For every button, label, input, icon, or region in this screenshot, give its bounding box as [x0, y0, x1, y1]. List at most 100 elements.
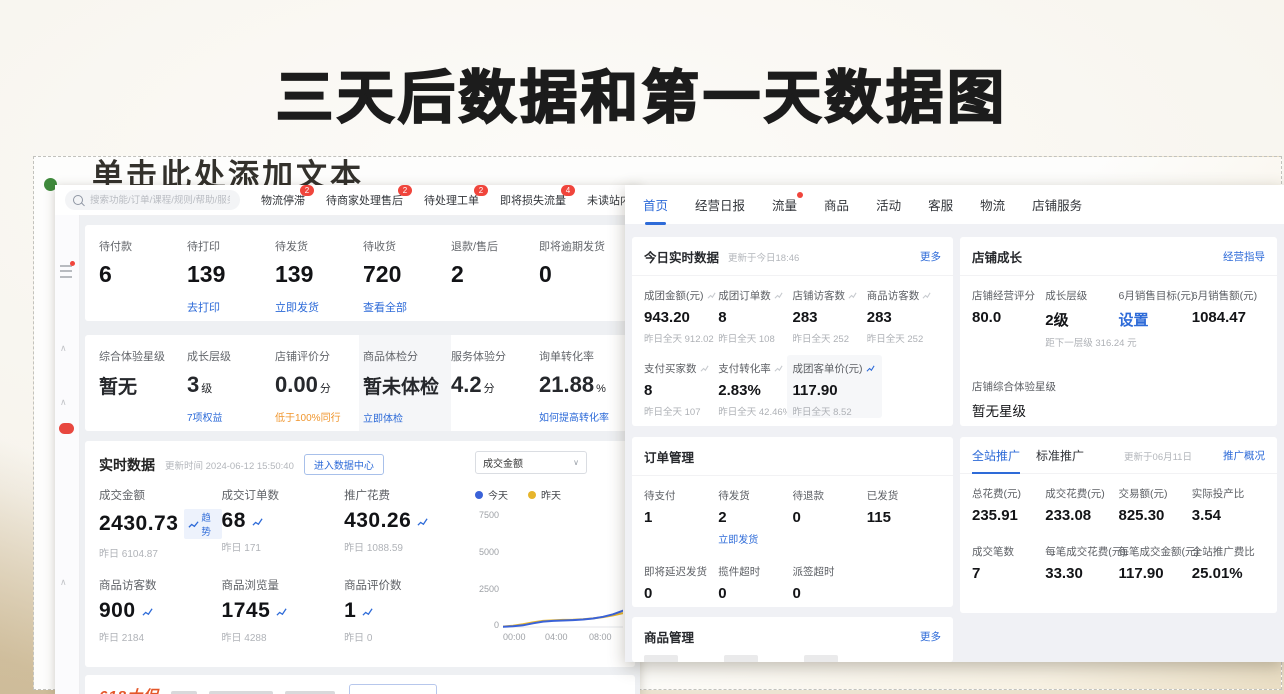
data-center-button[interactable]: 进入数据中心 [304, 454, 384, 475]
ship-now-link[interactable]: 立即发货 [718, 531, 792, 546]
trend-chip[interactable]: 趋势 [184, 509, 221, 539]
exp-product-check: 商品体检分 暂未体检 立即体检 [359, 335, 451, 431]
order-refund: 待退款 0 [793, 488, 867, 546]
metric-promo-spend: 推广花费 430.26 昨日 1088.59 [344, 487, 467, 560]
workbench-sidebar: ∧ ∧ ∧ [55, 215, 80, 694]
trend-icon[interactable] [774, 364, 783, 373]
trend-icon[interactable] [866, 364, 875, 373]
check-now-link[interactable]: 立即体检 [363, 410, 451, 425]
promo-banner-button[interactable] [349, 684, 437, 694]
order-delivery-timeout: 派签超时 0 [793, 564, 867, 602]
legend-today[interactable]: 今天 [475, 487, 508, 502]
sidebar-badge [59, 423, 74, 434]
tab-traffic[interactable]: 流量 [772, 195, 797, 214]
set-target-link[interactable]: 设置 [1119, 309, 1192, 330]
spacer [882, 361, 941, 418]
goods-management-panel: 商品管理 更多 [632, 617, 953, 662]
exp-service-score: 服务体验分 4.2分 [451, 348, 539, 431]
promo-gmv: 交易额(元) 825.30 [1119, 486, 1192, 524]
ship-now-link[interactable]: 立即发货 [275, 299, 363, 315]
legend-dot [528, 491, 536, 499]
exp-star-level: 综合体验星级 暂无 [99, 348, 187, 431]
stat-paying-buyers: 支付买家数 8 昨日全天 107 [644, 361, 718, 418]
chart-metric-select[interactable]: 成交金额 ∨ [475, 451, 587, 474]
shop-growth-panel: 店铺成长 经营指导 店铺经营评分 80.0 成长层级 2级 距下一层级 316.… [960, 237, 1277, 426]
chevron-up-icon[interactable]: ∧ [60, 577, 67, 588]
promo-deal-spend: 成交花费(元) 233.08 [1045, 486, 1118, 524]
improve-rate-link[interactable]: 如何提高转化率 [539, 409, 627, 424]
todo-to-receive: 待收货 720 查看全部 [363, 238, 451, 321]
search-icon [73, 195, 83, 205]
search-input-wrap[interactable] [65, 190, 240, 210]
slide-title: 三天后数据和第一天数据图 [0, 52, 1284, 134]
chevron-down-icon: ∨ [573, 458, 579, 467]
trend-icon[interactable] [276, 606, 287, 617]
guidance-link[interactable]: 经营指导 [1223, 249, 1265, 264]
growth-sales-target: 6月销售目标(元) 设置 [1119, 288, 1192, 349]
trend-icon[interactable] [848, 291, 857, 300]
blurred-text [724, 655, 758, 662]
todo-card: 待付款 6 待打印 139 去打印 待发货 139 立即发货 待收货 720 查… [85, 225, 635, 321]
toolbar-link-aftersale[interactable]: 待商家处理售后 2 [326, 192, 403, 208]
toolbar-link-workorder[interactable]: 待处理工单 2 [424, 192, 479, 208]
trend-icon[interactable] [922, 291, 931, 300]
tab-activity[interactable]: 活动 [876, 195, 901, 214]
trend-icon[interactable] [142, 606, 153, 617]
tab-goods[interactable]: 商品 [824, 195, 849, 214]
order-shipped: 已发货 115 [867, 488, 941, 546]
view-all-link[interactable]: 查看全部 [363, 299, 451, 315]
search-input[interactable] [88, 194, 232, 207]
trend-icon[interactable] [707, 291, 716, 300]
exp-inquiry-rate: 询单转化率 21.88% 如何提高转化率 [539, 348, 627, 431]
metric-gmv: 成交金额 2430.73 趋势 昨日 6104.87 [99, 487, 222, 560]
legend-yesterday[interactable]: 昨天 [528, 487, 561, 502]
stat-group-amount: 成团金额(元) 943.20 昨日全天 912.02 [644, 288, 718, 345]
tab-sitewide-promo[interactable]: 全站推广 [972, 447, 1020, 464]
order-management-panel: 订单管理 待支付 1 待发货 2 立即发货 待退款 0 已发货 [632, 437, 953, 607]
rights-link[interactable]: 7项权益 [187, 409, 275, 424]
seller-workbench-window: 治 物流停滞 2 待商家处理售后 2 待处理工单 2 即将损失流量 4 未读站内… [55, 185, 640, 694]
promo-deal-count: 成交笔数 7 [972, 544, 1045, 582]
more-link[interactable]: 更多 [920, 249, 941, 264]
tab-shop-services[interactable]: 店铺服务 [1032, 195, 1082, 214]
below-peers-link[interactable]: 低于100%同行 [275, 409, 363, 424]
exp-shop-score: 店铺评价分 0.00分 低于100%同行 [275, 348, 363, 431]
toolbar-link-logistics[interactable]: 物流停滞 2 [261, 192, 305, 208]
badge: 2 [300, 185, 314, 196]
line-series-svg [503, 513, 623, 631]
promo-banner[interactable]: 618大促 [85, 675, 635, 694]
todo-to-print: 待打印 139 去打印 [187, 238, 275, 321]
chevron-up-icon[interactable]: ∧ [60, 343, 67, 354]
tab-standard-promo[interactable]: 标准推广 [1036, 447, 1084, 464]
stat-group-orders: 成团订单数 8 昨日全天 108 [718, 288, 792, 345]
mini-chart-area: 成交金额 ∨ 今天 昨天 7500 5000 2500 0 00:00 04:0… [475, 451, 627, 642]
blurred-text [644, 655, 678, 662]
chevron-up-icon[interactable]: ∧ [60, 397, 67, 408]
trend-icon[interactable] [774, 291, 783, 300]
tab-logistics[interactable]: 物流 [980, 195, 1005, 214]
tab-service[interactable]: 客服 [928, 195, 953, 214]
trend-icon[interactable] [362, 606, 373, 617]
metric-reviews: 商品评价数 1 昨日 0 [344, 577, 467, 644]
promo-cost-per-deal: 每笔成交花费(元) 33.30 [1045, 544, 1118, 582]
exp-growth-level: 成长层级 3级 7项权益 [187, 348, 275, 431]
promo-overview-link[interactable]: 推广概况 [1223, 448, 1265, 463]
more-link[interactable]: 更多 [920, 629, 941, 644]
menu-icon[interactable] [60, 265, 72, 278]
todo-pending-payment: 待付款 6 [99, 238, 187, 321]
today-realtime-panel: 今日实时数据 更新于今日18:46 更多 成团金额(元) 943.20 昨日全天… [632, 237, 953, 426]
trend-icon[interactable] [252, 516, 263, 527]
trend-icon[interactable] [417, 516, 428, 527]
experience-card: 综合体验星级 暂无 成长层级 3级 7项权益 店铺评价分 0.00分 低于100… [85, 335, 635, 431]
toolbar-link-traffic-loss[interactable]: 即将损失流量 4 [500, 192, 566, 208]
growth-sales-amount: 6月销售额(元) 1084.47 [1192, 288, 1265, 349]
shop-dashboard-window: 首页 经营日报 流量 商品 活动 客服 物流 店铺服务 今日实时数据 更新于今日… [625, 185, 1284, 662]
spacer [867, 564, 941, 602]
legend-dot [475, 491, 483, 499]
go-print-link[interactable]: 去打印 [187, 299, 275, 315]
stat-shop-visitors: 店铺访客数 283 昨日全天 252 [793, 288, 867, 345]
tab-home[interactable]: 首页 [643, 195, 668, 214]
trend-icon[interactable] [700, 364, 709, 373]
order-to-ship: 待发货 2 立即发货 [718, 488, 792, 546]
tab-daily-report[interactable]: 经营日报 [695, 195, 745, 214]
